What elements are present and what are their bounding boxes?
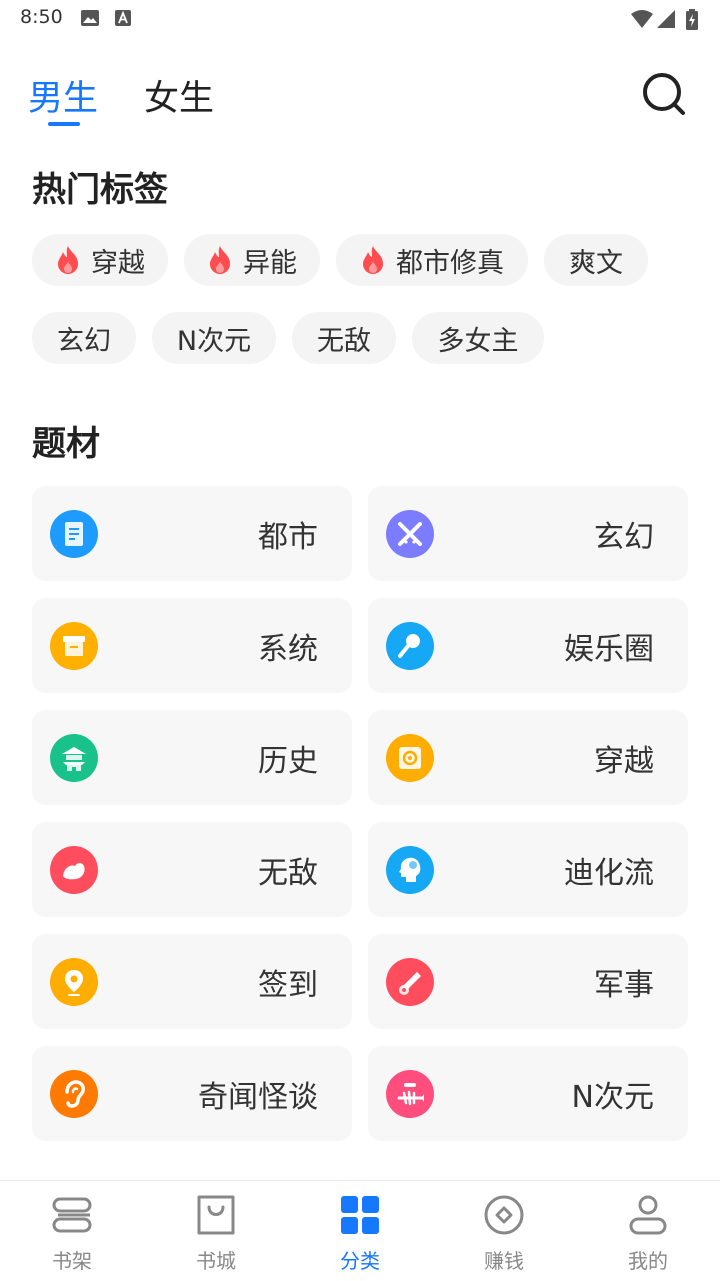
hot-tag[interactable]: 穿越 xyxy=(32,234,168,286)
wifi-icon xyxy=(631,10,653,28)
hot-tag[interactable]: 都市修真 xyxy=(336,234,528,286)
microphone-icon xyxy=(386,622,434,670)
shopping-bag-icon xyxy=(197,1195,235,1235)
archive-box-icon xyxy=(50,622,98,670)
fire-icon xyxy=(210,246,230,274)
genre-card-qiandao[interactable]: 签到 xyxy=(32,934,352,1029)
head-profile-icon xyxy=(386,846,434,894)
genre-label: 签到 xyxy=(258,968,318,1003)
hot-tag-label: 无敌 xyxy=(317,325,371,357)
pagoda-icon xyxy=(50,734,98,782)
hot-tag[interactable]: 无敌 xyxy=(292,312,396,364)
fire-icon xyxy=(363,246,383,274)
genre-card-dushi[interactable]: 都市 xyxy=(32,486,352,581)
genres-title: 题材 xyxy=(32,424,100,464)
genre-card-lishi[interactable]: 历史 xyxy=(32,710,352,805)
genre-card-junshi[interactable]: 军事 xyxy=(368,934,688,1029)
crossed-swords-icon xyxy=(386,510,434,558)
genre-label: N次元 xyxy=(571,1080,654,1115)
tab-female[interactable]: 女生 xyxy=(144,70,214,121)
genre-label: 玄幻 xyxy=(594,520,654,555)
hot-tag[interactable]: 多女主 xyxy=(412,312,544,364)
genre-label: 军事 xyxy=(594,968,654,1003)
hot-tag[interactable]: 玄幻 xyxy=(32,312,136,364)
genre-label: 奇闻怪谈 xyxy=(198,1080,318,1115)
tab-active-indicator xyxy=(48,122,80,126)
nav-earn[interactable]: 赚钱 xyxy=(432,1181,576,1281)
bookshelf-icon xyxy=(52,1197,92,1233)
battery-icon xyxy=(686,9,698,30)
genre-label: 无敌 xyxy=(258,856,318,891)
hot-tag-label: 玄幻 xyxy=(57,325,111,357)
text-notification-icon xyxy=(115,10,131,26)
nav-bookshelf[interactable]: 书架 xyxy=(0,1181,144,1281)
nav-label: 书架 xyxy=(52,1249,92,1273)
image-notification-icon xyxy=(81,10,99,26)
flexed-arm-icon xyxy=(50,846,98,894)
signal-icon xyxy=(657,10,675,28)
hot-tag-label: 爽文 xyxy=(569,247,623,279)
genre-label: 娱乐圈 xyxy=(564,632,654,667)
nav-bookstore[interactable]: 书城 xyxy=(144,1181,288,1281)
hot-tag-label: 多女主 xyxy=(437,325,519,357)
person-icon xyxy=(629,1195,667,1235)
coin-icon xyxy=(484,1195,524,1235)
hot-tag[interactable]: 异能 xyxy=(184,234,320,286)
nav-label: 赚钱 xyxy=(484,1249,524,1273)
nav-category[interactable]: 分类 xyxy=(288,1181,432,1281)
cannon-icon xyxy=(386,958,434,1006)
hot-tag[interactable]: 爽文 xyxy=(544,234,648,286)
genre-label: 系统 xyxy=(258,632,318,667)
nav-mine[interactable]: 我的 xyxy=(576,1181,720,1281)
genre-card-wudi[interactable]: 无敌 xyxy=(32,822,352,917)
genre-card-xuanhuan[interactable]: 玄幻 xyxy=(368,486,688,581)
genre-label: 迪化流 xyxy=(564,856,654,891)
document-icon xyxy=(50,510,98,558)
nav-label: 分类 xyxy=(340,1249,380,1273)
fish-bone-icon xyxy=(386,1070,434,1118)
nav-label: 书城 xyxy=(196,1249,236,1273)
nav-label: 我的 xyxy=(628,1249,668,1273)
hot-tag-label: N次元 xyxy=(176,325,252,357)
hot-tag-label: 穿越 xyxy=(91,247,145,279)
genre-label: 都市 xyxy=(258,520,318,555)
grid-icon xyxy=(341,1196,379,1234)
ear-icon xyxy=(50,1070,98,1118)
tab-male[interactable]: 男生 xyxy=(28,70,98,121)
hot-tag[interactable]: N次元 xyxy=(152,312,276,364)
genre-card-qiwenguaitan[interactable]: 奇闻怪谈 xyxy=(32,1046,352,1141)
genre-card-yulequan[interactable]: 娱乐圈 xyxy=(368,598,688,693)
status-time: 8:50 xyxy=(20,6,63,28)
genre-card-nciyuan[interactable]: N次元 xyxy=(368,1046,688,1141)
location-pin-icon xyxy=(50,958,98,1006)
hot-tags-title: 热门标签 xyxy=(32,170,168,210)
fire-icon xyxy=(58,246,78,274)
search-icon[interactable] xyxy=(640,70,688,118)
genre-card-xitong[interactable]: 系统 xyxy=(32,598,352,693)
status-bar: 8:50 xyxy=(0,0,720,36)
bottom-nav: 书架 书城 分类 赚钱 我的 xyxy=(0,1180,720,1281)
gender-tabs: 男生 女生 xyxy=(0,60,720,130)
genre-card-dihualiu[interactable]: 迪化流 xyxy=(368,822,688,917)
hot-tag-label: 异能 xyxy=(243,247,297,279)
genre-card-chuanyue[interactable]: 穿越 xyxy=(368,710,688,805)
genre-label: 历史 xyxy=(258,744,318,779)
genre-label: 穿越 xyxy=(594,744,654,779)
portal-icon xyxy=(386,734,434,782)
hot-tag-label: 都市修真 xyxy=(396,247,504,279)
